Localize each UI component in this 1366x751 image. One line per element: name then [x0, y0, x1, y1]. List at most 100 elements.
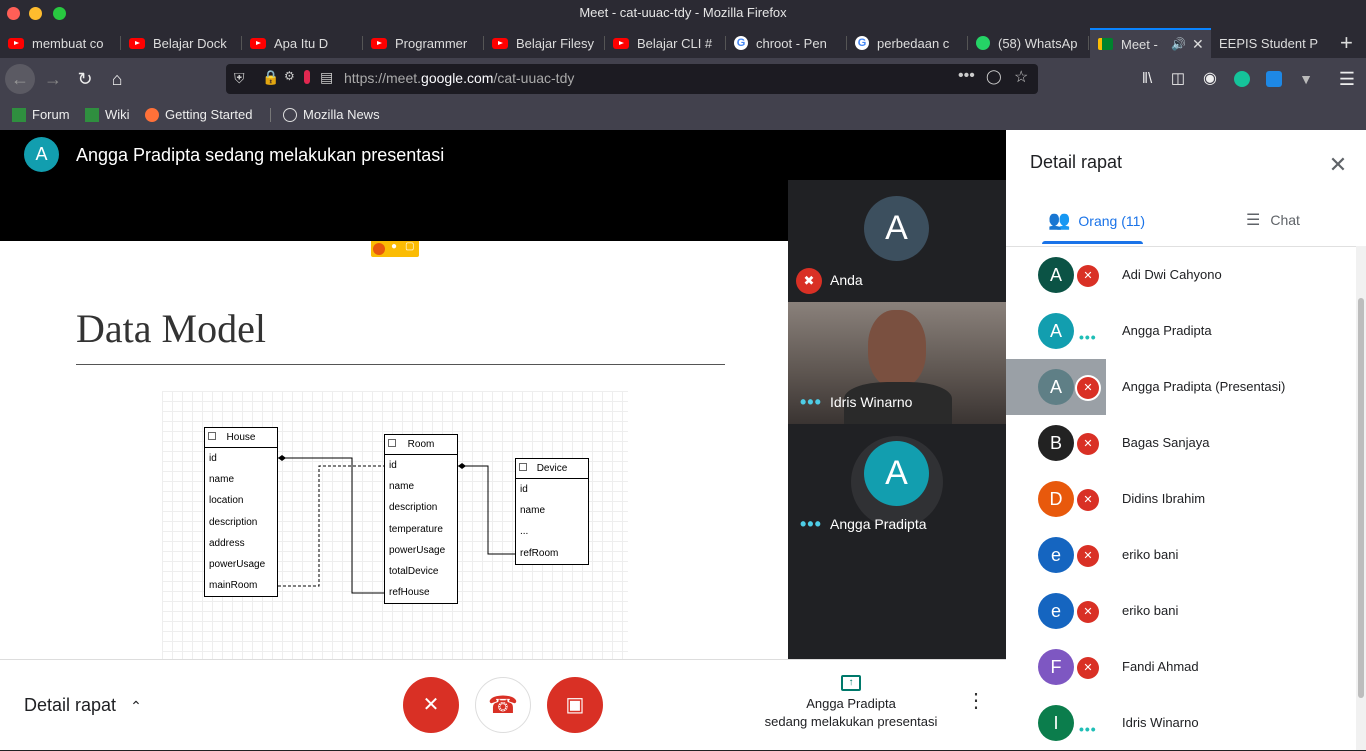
- tab-label: chroot - Pen: [756, 35, 827, 51]
- entity-field: id: [209, 453, 217, 464]
- participant-avatar: I: [1038, 705, 1074, 741]
- bookmark-wiki[interactable]: Wiki: [85, 107, 130, 122]
- home-button[interactable]: ⌂: [102, 64, 132, 94]
- browser-tab[interactable]: Gchroot - Pen: [726, 28, 847, 58]
- reload-button[interactable]: ↻: [70, 64, 100, 94]
- page-icon[interactable]: ▤: [320, 69, 333, 86]
- extension-v-icon[interactable]: ▼: [1291, 64, 1321, 94]
- shield-icon[interactable]: ⛨: [234, 70, 245, 87]
- entity-field: ...: [520, 526, 529, 538]
- address-bar[interactable]: ⛨ 🔒 ⚙ ▤ https://meet.google.com/cat-uuac…: [226, 64, 1038, 94]
- entity-field: name: [389, 481, 415, 493]
- meet-icon: [1098, 38, 1113, 50]
- entity-field: location: [209, 495, 244, 507]
- tab-bar: membuat co Belajar Dock Apa Itu D Progra…: [0, 28, 1366, 58]
- leave-call-button[interactable]: ☎: [475, 677, 531, 733]
- participant-row[interactable]: e ✕ eriko bani: [1006, 583, 1356, 639]
- tile-self[interactable]: A ✖ Anda: [788, 180, 1006, 302]
- participant-row[interactable]: A ••• Angga Pradipta: [1006, 303, 1356, 359]
- new-tab-button[interactable]: +: [1334, 28, 1366, 58]
- tile-video-idris[interactable]: ••• Idris Winarno: [788, 302, 1006, 424]
- participant-row[interactable]: A ✕ Adi Dwi Cahyono: [1006, 247, 1356, 303]
- browser-tab[interactable]: Belajar Filesy: [484, 28, 605, 58]
- close-icon[interactable]: ✕: [1326, 152, 1350, 178]
- more-options-icon[interactable]: ⋮: [966, 688, 986, 713]
- browser-tab[interactable]: EEPIS Student P: [1211, 28, 1332, 58]
- microphone-icon[interactable]: [304, 70, 310, 84]
- entity-field: id: [389, 460, 397, 471]
- entity-room: Room id name description temperature pow…: [384, 434, 458, 604]
- camera-toggle-button[interactable]: ▣: [547, 677, 603, 733]
- presentation-status[interactable]: ↑ Angga Pradipta sedang melakukan presen…: [750, 675, 952, 731]
- mic-off-icon[interactable]: ✕: [1075, 263, 1101, 289]
- pocket-icon[interactable]: ◯: [986, 68, 1002, 85]
- entity-house: House id name location description addre…: [204, 427, 278, 597]
- screen-share-indicator-icon[interactable]: ▢: [405, 241, 414, 252]
- participant-face: [868, 310, 926, 388]
- scrollbar-thumb[interactable]: [1358, 298, 1364, 698]
- mic-off-icon[interactable]: ✕: [1075, 487, 1101, 513]
- participant-row[interactable]: F ✕ Fandi Ahmad: [1006, 639, 1356, 695]
- sidebar-icon[interactable]: ◫: [1163, 64, 1193, 94]
- browser-tab[interactable]: Belajar CLI #: [605, 28, 726, 58]
- mic-off-icon[interactable]: ✕: [1075, 431, 1101, 457]
- tile-avatar: A: [864, 441, 929, 506]
- back-button[interactable]: ←: [5, 64, 35, 94]
- entity-field: id: [520, 484, 528, 495]
- camera-off-icon: ▣: [565, 694, 585, 716]
- account-icon[interactable]: ◉: [1195, 64, 1225, 94]
- tab-people[interactable]: 👥 Orang (11): [1048, 210, 1145, 231]
- participant-avatar: e: [1038, 537, 1074, 573]
- tab-chat[interactable]: ☰ Chat: [1246, 210, 1300, 230]
- browser-tab[interactable]: Programmer: [363, 28, 484, 58]
- participant-row[interactable]: A ✕ Angga Pradipta (Presentasi): [1006, 359, 1356, 415]
- mic-off-icon[interactable]: ✕: [1075, 543, 1101, 569]
- menu-icon[interactable]: ☰: [1332, 64, 1362, 94]
- participant-row[interactable]: I ••• Idris Winarno: [1006, 695, 1356, 751]
- grammarly-extension-icon[interactable]: [1227, 64, 1257, 94]
- participant-row[interactable]: D ✕ Didins Ibrahim: [1006, 471, 1356, 527]
- page-actions-icon[interactable]: •••: [958, 67, 975, 85]
- browser-tab[interactable]: (58) WhatsAp: [968, 28, 1089, 58]
- speaking-indicator-icon: •••: [800, 514, 822, 534]
- browser-tab[interactable]: Belajar Dock: [121, 28, 242, 58]
- extension-s-icon[interactable]: [1259, 64, 1289, 94]
- permissions-icon[interactable]: ⚙: [284, 69, 295, 83]
- microphone-toggle-button[interactable]: ✕: [403, 677, 459, 733]
- youtube-icon: [613, 37, 629, 49]
- browser-tab[interactable]: Gperbedaan c: [847, 28, 968, 58]
- window-titlebar: Meet - cat-uuac-tdy - Mozilla Firefox: [0, 0, 1366, 28]
- forward-button[interactable]: →: [38, 64, 68, 94]
- speaker-icon[interactable]: 🔊: [1171, 37, 1186, 51]
- scrollbar[interactable]: [1356, 246, 1366, 750]
- browser-tab[interactable]: membuat co: [0, 28, 121, 58]
- participant-avatar: A: [1038, 313, 1074, 349]
- participant-row[interactable]: e ✕ eriko bani: [1006, 527, 1356, 583]
- entity-field: totalDevice: [389, 565, 439, 577]
- bookmark-getting-started[interactable]: Getting Started: [145, 107, 252, 122]
- mic-off-icon[interactable]: ✕: [1075, 655, 1101, 681]
- screenshare-toolbar[interactable]: ● ▢: [371, 241, 419, 257]
- hangup-icon: ☎: [488, 692, 518, 719]
- mic-off-icon[interactable]: ✕: [1075, 599, 1101, 625]
- entity-room-header: Room: [385, 435, 457, 455]
- participant-row[interactable]: B ✕ Bagas Sanjaya: [1006, 415, 1356, 471]
- url-text[interactable]: https://meet.google.com/cat-uuac-tdy: [344, 70, 574, 86]
- presenting-text: sedang melakukan presentasi: [764, 714, 938, 729]
- mic-indicator-icon[interactable]: ●: [391, 241, 397, 252]
- browser-tab[interactable]: Apa Itu D: [242, 28, 363, 58]
- library-icon[interactable]: ‖\: [1132, 64, 1162, 94]
- mic-off-icon[interactable]: ✕: [1075, 375, 1101, 401]
- lock-icon[interactable]: 🔒: [262, 69, 279, 86]
- meeting-details-toggle[interactable]: Detail rapat ⌃: [24, 695, 142, 716]
- browser-tab-active[interactable]: Meet - 🔊 ✕: [1090, 28, 1211, 58]
- tile-angga[interactable]: A ••• Angga Pradipta: [788, 424, 1006, 546]
- bookmark-star-icon[interactable]: ☆: [1014, 67, 1028, 87]
- entity-field: address: [209, 537, 245, 549]
- participant-avatar: D: [1038, 481, 1074, 517]
- chat-icon: ☰: [1246, 212, 1261, 229]
- close-tab-icon[interactable]: ✕: [1192, 36, 1204, 53]
- youtube-icon: [129, 37, 145, 49]
- bookmark-forum[interactable]: Forum: [12, 107, 70, 122]
- bookmark-mozilla-news[interactable]: Mozilla News: [283, 107, 380, 122]
